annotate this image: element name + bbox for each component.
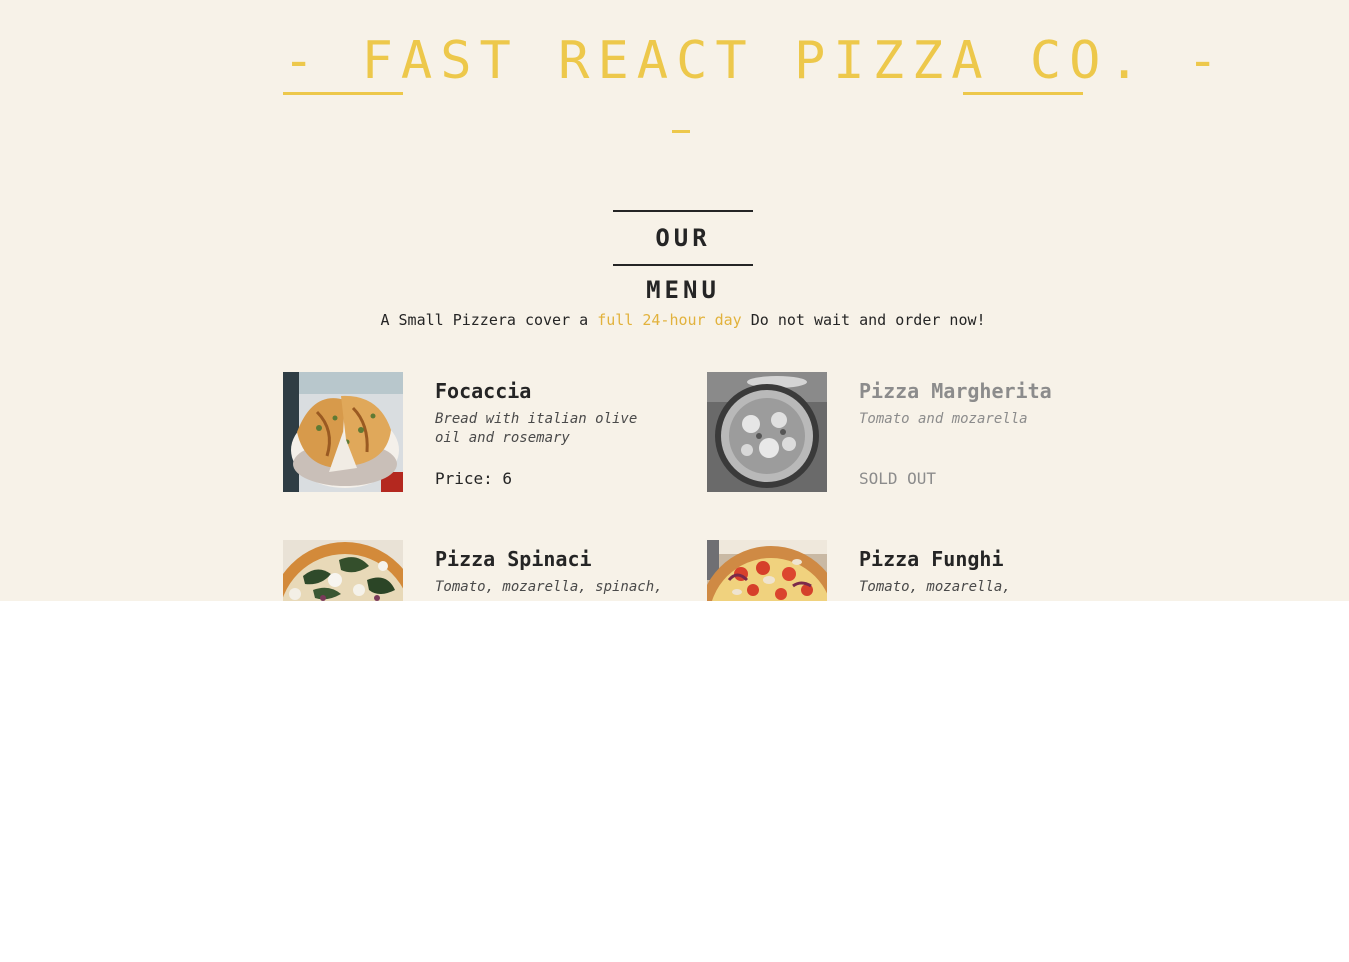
pizza-price: Price: 6 (435, 469, 513, 488)
intro-text-end: Do not wait and order now! (741, 311, 986, 329)
logo-underline-left (283, 92, 403, 95)
pizza-ingredients: Bread with italian olive oil and rosemar… (435, 411, 638, 446)
pizza-name: Pizza Margherita (859, 379, 1052, 403)
menu-intro: A Small Pizzera cover a full 24-hour day… (283, 309, 1083, 331)
page-viewport: - FAST REACT PIZZA CO. - OUR MENU A Smal… (0, 0, 1349, 601)
pizza-card-focaccia[interactable]: Focaccia Bread with italian olive oil an… (283, 372, 663, 492)
page-header: - FAST REACT PIZZA CO. - (283, 0, 1218, 150)
pizza-ingredients: Tomato, mozarella, (859, 579, 1011, 595)
pizza-photo-focaccia (283, 372, 403, 492)
pizza-photo-margherita (707, 372, 827, 492)
intro-text-start: A Small Pizzera cover a (380, 311, 598, 329)
funghi-image (707, 540, 827, 601)
intro-highlight: full 24-hour day (597, 311, 742, 329)
sold-out-label: SOLD OUT (859, 469, 937, 488)
pizza-card-margherita[interactable]: Pizza Margherita Tomato and mozarella SO… (707, 372, 1087, 492)
pizza-card-funghi[interactable]: Pizza Funghi Tomato, mozarella, (707, 540, 1087, 601)
pizza-name: Pizza Spinaci (435, 547, 592, 571)
pizza-photo-funghi (707, 540, 827, 601)
margherita-image (707, 372, 827, 492)
logo-dash-decoration (672, 130, 690, 133)
logo-title[interactable]: - FAST REACT PIZZA CO. - (283, 28, 1218, 94)
pizza-name: Pizza Funghi (859, 547, 1004, 571)
pizza-card-spinaci[interactable]: Pizza Spinaci Tomato, mozarella, spinach… (283, 540, 663, 601)
focaccia-image (283, 372, 403, 492)
menu-heading: OUR MENU (613, 210, 753, 304)
pizza-ingredients: Tomato, mozarella, spinach, (435, 579, 663, 595)
spinaci-image (283, 540, 403, 601)
pizza-ingredients: Tomato and mozarella (859, 411, 1028, 427)
page-container: - FAST REACT PIZZA CO. - OUR MENU A Smal… (283, 0, 1218, 601)
pizza-name: Focaccia (435, 379, 532, 403)
pizza-photo-spinaci (283, 540, 403, 601)
logo-underline-right (963, 92, 1083, 95)
